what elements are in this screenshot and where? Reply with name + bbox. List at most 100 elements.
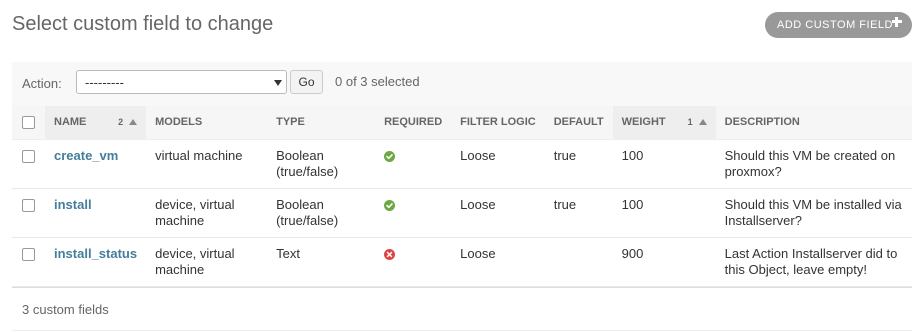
column-header-name[interactable]: NAME 2	[45, 106, 147, 140]
required-cell	[375, 139, 452, 189]
models-line: machine	[155, 212, 205, 228]
description-line: Should this VM be created on	[724, 147, 896, 163]
sort-priority: 2	[118, 117, 124, 128]
action-select-value: ---------	[85, 75, 124, 90]
row-select-cell	[12, 188, 45, 238]
go-button[interactable]: Go	[290, 70, 323, 94]
name-cell: create_vm	[45, 139, 147, 189]
column-label: WEIGHT	[621, 116, 666, 129]
check-circle-icon	[384, 150, 396, 162]
filter-logic-value: Loose	[460, 147, 496, 163]
table-row: install_status device, virtual machine Te…	[12, 237, 912, 287]
dropdown-arrow-icon	[274, 80, 282, 86]
column-header-weight[interactable]: WEIGHT 1	[612, 106, 716, 140]
row-select-cell	[12, 237, 45, 287]
selection-counter: 0 of 3 selected	[335, 74, 420, 89]
column-header-default[interactable]: DEFAULT	[544, 106, 613, 140]
weight-value: 100	[621, 196, 644, 212]
description-cell: Should this VM be installed via Installse…	[715, 188, 912, 238]
table-row: install device, virtual machine Boolean (t…	[12, 188, 912, 238]
column-header-required[interactable]: REQUIRED	[375, 106, 452, 140]
page-title: Select custom field to change	[12, 13, 274, 35]
required-cell	[375, 237, 452, 287]
description-line: Last Action Installserver did to	[724, 245, 898, 261]
select-all-checkbox[interactable]	[22, 115, 35, 129]
models-cell: device, virtual machine	[146, 237, 268, 287]
models-cell: device, virtual machine	[146, 188, 268, 238]
row-checkbox[interactable]	[22, 149, 35, 163]
select-all-header	[12, 106, 45, 140]
paginator: 3 custom fields	[12, 287, 912, 331]
column-label: NAME	[54, 116, 87, 129]
custom-field-link[interactable]: create_vm	[54, 148, 118, 163]
description-line: proxmox?	[724, 163, 782, 179]
plus-icon	[892, 17, 902, 27]
type-line: Boolean	[276, 196, 324, 212]
description-line: this Object, leave empty!	[724, 261, 867, 277]
filter-logic-cell: Loose	[451, 188, 545, 238]
column-label: DEFAULT	[553, 116, 604, 129]
row-select-cell	[12, 139, 45, 189]
default-value: true	[553, 147, 577, 163]
type-cell: Text	[267, 237, 376, 287]
weight-value: 900	[621, 245, 644, 261]
filter-logic-value: Loose	[460, 196, 496, 212]
models-line: machine	[155, 261, 205, 277]
add-custom-field-button[interactable]: ADD CUSTOM FIELD	[765, 12, 912, 38]
row-checkbox[interactable]	[22, 247, 35, 261]
name-cell: install_status	[45, 237, 147, 287]
default-cell: true	[544, 188, 613, 238]
table-row: create_vm virtual machine Boolean (true/f…	[12, 139, 912, 189]
x-circle-icon	[384, 248, 396, 260]
check-circle-icon	[384, 199, 396, 211]
models-line: device, virtual	[155, 245, 235, 261]
actions-bar: Action: --------- Go 0 of 3 selected	[12, 62, 912, 106]
name-cell: install	[45, 188, 147, 238]
description-line: Should this VM be installed via	[724, 196, 902, 212]
type-cell: Boolean (true/false)	[267, 188, 376, 238]
type-line: (true/false)	[276, 163, 339, 179]
row-checkbox[interactable]	[22, 198, 35, 212]
description-cell: Last Action Installserver did to this Obj…	[715, 237, 912, 287]
sort-ascending-icon[interactable]	[129, 119, 138, 126]
sort-priority: 1	[687, 117, 693, 128]
type-line: Text	[276, 245, 300, 261]
custom-field-link[interactable]: install_status	[54, 246, 137, 261]
weight-cell: 100	[612, 188, 716, 238]
filter-logic-value: Loose	[460, 245, 496, 261]
default-value: true	[553, 196, 577, 212]
column-header-models[interactable]: MODELS	[146, 106, 268, 140]
default-cell	[544, 237, 613, 287]
action-label: Action:	[22, 76, 62, 91]
models-line: virtual machine	[155, 147, 243, 163]
action-select[interactable]: ---------	[76, 70, 287, 94]
type-line: (true/false)	[276, 212, 339, 228]
column-header-type[interactable]: TYPE	[267, 106, 376, 140]
filter-logic-cell: Loose	[451, 139, 545, 189]
weight-cell: 900	[612, 237, 716, 287]
column-label: FILTER LOGIC	[460, 116, 536, 129]
weight-cell: 100	[612, 139, 716, 189]
type-line: Boolean	[276, 147, 324, 163]
description-cell: Should this VM be created on proxmox?	[715, 139, 912, 189]
custom-fields-table: NAME 2 MODELS TYPE REQUIRED FILTER LOGIC…	[12, 106, 912, 287]
column-label: MODELS	[155, 116, 203, 129]
column-label: TYPE	[276, 116, 305, 129]
column-label: REQUIRED	[384, 116, 443, 129]
models-line: device, virtual	[155, 196, 235, 212]
column-header-description[interactable]: DESCRIPTION	[715, 106, 912, 140]
sort-ascending-icon[interactable]	[698, 119, 707, 126]
weight-value: 100	[621, 147, 644, 163]
description-line: Installserver?	[724, 212, 802, 228]
result-count: 3 custom fields	[22, 302, 109, 317]
custom-field-link[interactable]: install	[54, 197, 92, 212]
type-cell: Boolean (true/false)	[267, 139, 376, 189]
column-header-filter-logic[interactable]: FILTER LOGIC	[451, 106, 545, 140]
required-cell	[375, 188, 452, 238]
result-list: NAME 2 MODELS TYPE REQUIRED FILTER LOGIC…	[12, 106, 912, 287]
column-label: DESCRIPTION	[724, 116, 800, 129]
table-header-row: NAME 2 MODELS TYPE REQUIRED FILTER LOGIC…	[12, 106, 912, 140]
filter-logic-cell: Loose	[451, 237, 545, 287]
models-cell: virtual machine	[146, 139, 268, 189]
add-button-label: ADD CUSTOM FIELD	[777, 19, 893, 31]
